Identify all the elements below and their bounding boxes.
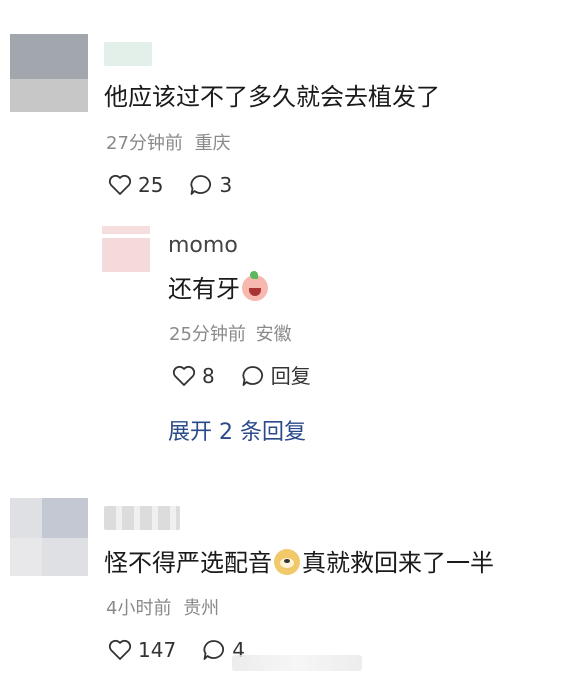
- expand-replies-link[interactable]: 展开 2 条回复: [168, 419, 306, 447]
- like-count: 147: [138, 638, 177, 662]
- comment-meta: 4小时前 贵州: [106, 598, 219, 620]
- reply-text: 还有牙: [168, 271, 268, 304]
- username-blurred[interactable]: [104, 42, 152, 66]
- avatar[interactable]: [10, 498, 88, 576]
- comment-text: 他应该过不了多久就会去植发了: [104, 83, 440, 111]
- heart-outline-icon: [172, 365, 196, 386]
- comment-text: 怪不得严选配音 真就救回来了一半: [104, 548, 494, 578]
- location: 重庆: [194, 133, 231, 154]
- comment-text-part-1: 怪不得严选配音: [104, 549, 272, 577]
- dog-face-emoji-icon: [274, 549, 300, 575]
- reply-button[interactable]: 回复: [241, 365, 311, 387]
- comment-meta: 27分钟前 重庆: [106, 133, 231, 155]
- like-button[interactable]: 147: [108, 639, 176, 661]
- like-count: 8: [202, 364, 215, 388]
- reply-username[interactable]: momo: [168, 233, 238, 259]
- speech-bubble-icon: [190, 175, 212, 195]
- comment-actions: 25 3: [108, 174, 258, 196]
- reply-meta: 25分钟前 安徽: [169, 324, 292, 346]
- like-count: 25: [138, 173, 164, 197]
- like-button[interactable]: 25: [108, 174, 163, 196]
- location: 安徽: [255, 324, 292, 345]
- timestamp: 25分钟前: [169, 324, 246, 345]
- comment-text-part-2: 真就救回来了一半: [302, 549, 494, 577]
- like-button[interactable]: 8: [172, 365, 215, 387]
- timestamp: 27分钟前: [106, 133, 183, 154]
- username-blurred[interactable]: [104, 506, 180, 530]
- reply-text-content: 还有牙: [168, 275, 240, 303]
- reply-label: 回复: [270, 364, 311, 388]
- reply-count: 3: [219, 173, 233, 197]
- speech-bubble-icon: [242, 366, 263, 386]
- crying-laughing-emoji-icon: [242, 271, 268, 301]
- avatar[interactable]: [10, 34, 88, 112]
- reply-button[interactable]: 3: [189, 174, 232, 196]
- heart-outline-icon: [108, 174, 132, 195]
- location: 贵州: [183, 598, 220, 619]
- watermark: [232, 655, 362, 671]
- reply-avatar[interactable]: [102, 226, 150, 272]
- speech-bubble-icon: [203, 640, 225, 660]
- heart-outline-icon: [108, 639, 132, 660]
- timestamp: 4小时前: [106, 598, 172, 619]
- reply-actions: 8 回复: [172, 365, 337, 387]
